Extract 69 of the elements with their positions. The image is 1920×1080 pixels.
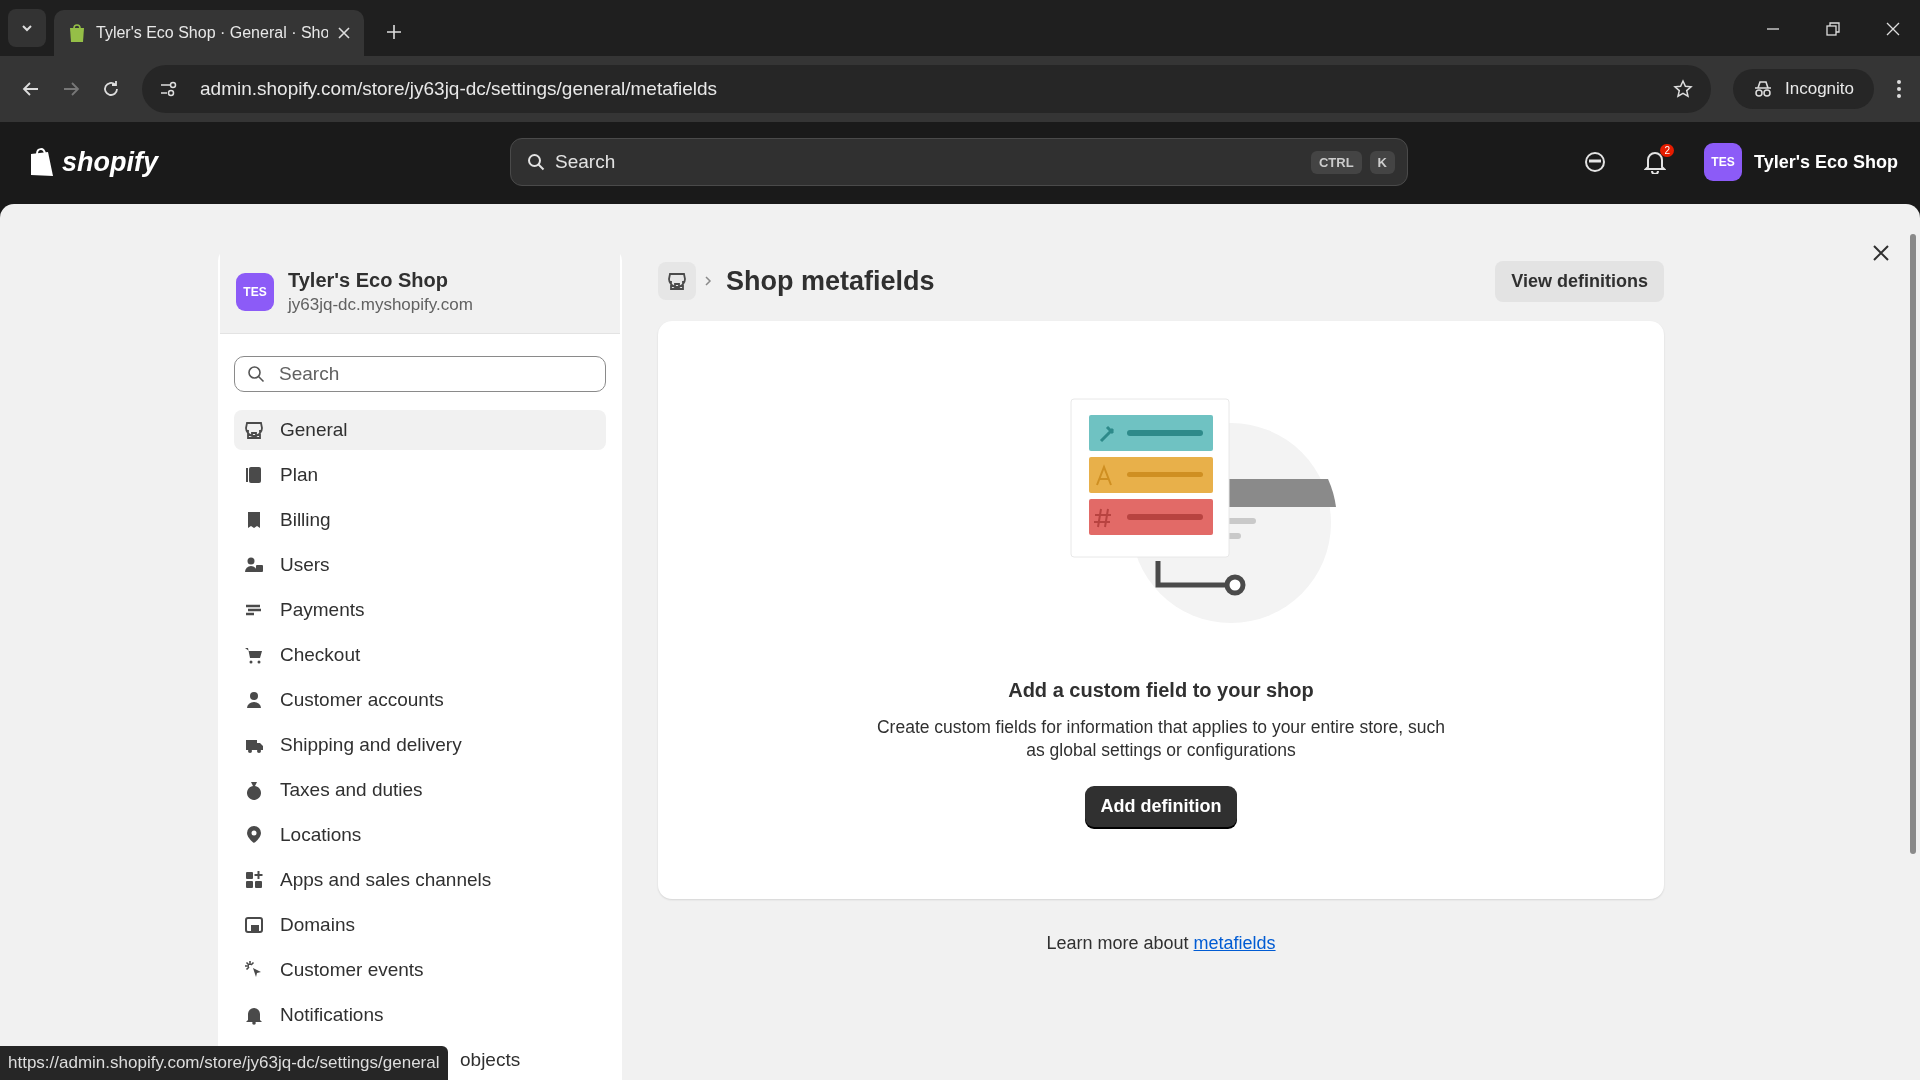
learn-more-text: Learn more about <box>1046 933 1189 954</box>
search-icon <box>527 153 545 171</box>
tab-title: Tyler's Eco Shop · General · Sho <box>96 24 328 42</box>
settings-nav-item[interactable]: Shipping and delivery <box>234 725 606 765</box>
settings-nav-item[interactable]: Billing <box>234 500 606 540</box>
logo-text: shopify <box>62 146 158 178</box>
close-icon[interactable] <box>1872 244 1890 262</box>
settings-nav-item[interactable]: Apps and sales channels <box>234 860 606 900</box>
settings-nav-item[interactable]: Customer accounts <box>234 680 606 720</box>
status-url-tooltip: https://admin.shopify.com/store/jy63jq-dc/settings/general <box>0 1046 448 1080</box>
address-bar[interactable]: admin.shopify.com/store/jy63jq-dc/settings/general/metafields <box>142 65 1711 113</box>
settings-nav-item[interactable]: Locations <box>234 815 606 855</box>
forward-icon[interactable] <box>62 80 80 98</box>
search-field[interactable]: Search <box>234 356 606 392</box>
site-settings-icon[interactable] <box>160 81 178 97</box>
search-placeholder: Search <box>555 151 617 173</box>
view-definitions-button[interactable]: View definitions <box>1495 260 1664 302</box>
search-placeholder: Search <box>279 363 340 385</box>
window-icon <box>244 915 264 935</box>
metafields-link[interactable]: metafields <box>1193 933 1276 954</box>
store-button[interactable] <box>658 262 696 300</box>
scrollbar[interactable] <box>1910 234 1916 854</box>
bag-icon <box>244 780 264 800</box>
store-domain: jy63jq-dc.myshopify.com <box>288 295 473 315</box>
empty-state-heading: Add a custom field to your shop <box>1008 679 1314 702</box>
add-definition-button[interactable]: Add definition <box>1084 786 1238 827</box>
browser-tab[interactable]: Tyler's Eco Shop · General · Sho <box>54 10 364 56</box>
pin-icon <box>244 825 264 845</box>
star-icon[interactable] <box>1673 79 1693 99</box>
incognito-button[interactable]: Incognito <box>1733 69 1874 109</box>
settings-nav-item[interactable]: Payments <box>234 590 606 630</box>
grid-icon <box>244 870 264 890</box>
book-icon <box>244 465 264 485</box>
shopping-bag-icon <box>28 146 56 178</box>
shopping-bag-icon <box>68 23 86 43</box>
empty-state-text: Create custom fields for information that applies to your entire store, such as global settings or configurations <box>875 716 1447 762</box>
settings-nav-item[interactable]: Plan <box>234 455 606 495</box>
store-name: Tyler's Eco Shop <box>288 269 449 292</box>
more-icon[interactable] <box>1896 79 1902 99</box>
bell-icon <box>244 1005 264 1025</box>
settings-nav-item[interactable]: General <box>234 410 606 450</box>
chevron-right-icon <box>704 275 712 287</box>
back-icon[interactable] <box>22 80 40 98</box>
incognito-icon <box>1753 80 1773 98</box>
settings-nav-item[interactable]: Domains <box>234 905 606 945</box>
store-avatar[interactable]: TES <box>1704 143 1742 181</box>
settings-nav-item[interactable]: Customer events <box>234 950 606 990</box>
settings-nav-item[interactable]: Checkout <box>234 635 606 675</box>
keyboard-key: K <box>1369 150 1395 174</box>
keyboard-key: CTRL <box>1310 150 1362 174</box>
settings-nav-item[interactable]: Users <box>234 545 606 585</box>
settings-nav-item[interactable]: Notifications <box>234 995 606 1035</box>
new-tab-icon[interactable] <box>386 24 402 40</box>
users-icon <box>244 555 264 575</box>
settings-nav-item[interactable]: Taxes and duties <box>234 770 606 810</box>
reload-icon[interactable] <box>102 80 120 98</box>
person-icon <box>244 690 264 710</box>
page-title: Shop metafields <box>726 265 935 297</box>
store-avatar: TES <box>236 273 274 311</box>
restore-icon[interactable] <box>1826 22 1840 36</box>
store-name[interactable]: Tyler's Eco Shop <box>1754 151 1898 173</box>
url-text: admin.shopify.com/store/jy63jq-dc/settings/general/metafields <box>200 78 719 100</box>
bell-icon[interactable] <box>1644 150 1666 174</box>
search-field[interactable]: Search CTRL K <box>510 138 1408 186</box>
notification-badge: 2 <box>1660 144 1674 157</box>
store-icon <box>244 420 264 440</box>
cart-icon <box>244 645 264 665</box>
search-icon <box>247 365 265 383</box>
store-icon <box>667 271 687 291</box>
